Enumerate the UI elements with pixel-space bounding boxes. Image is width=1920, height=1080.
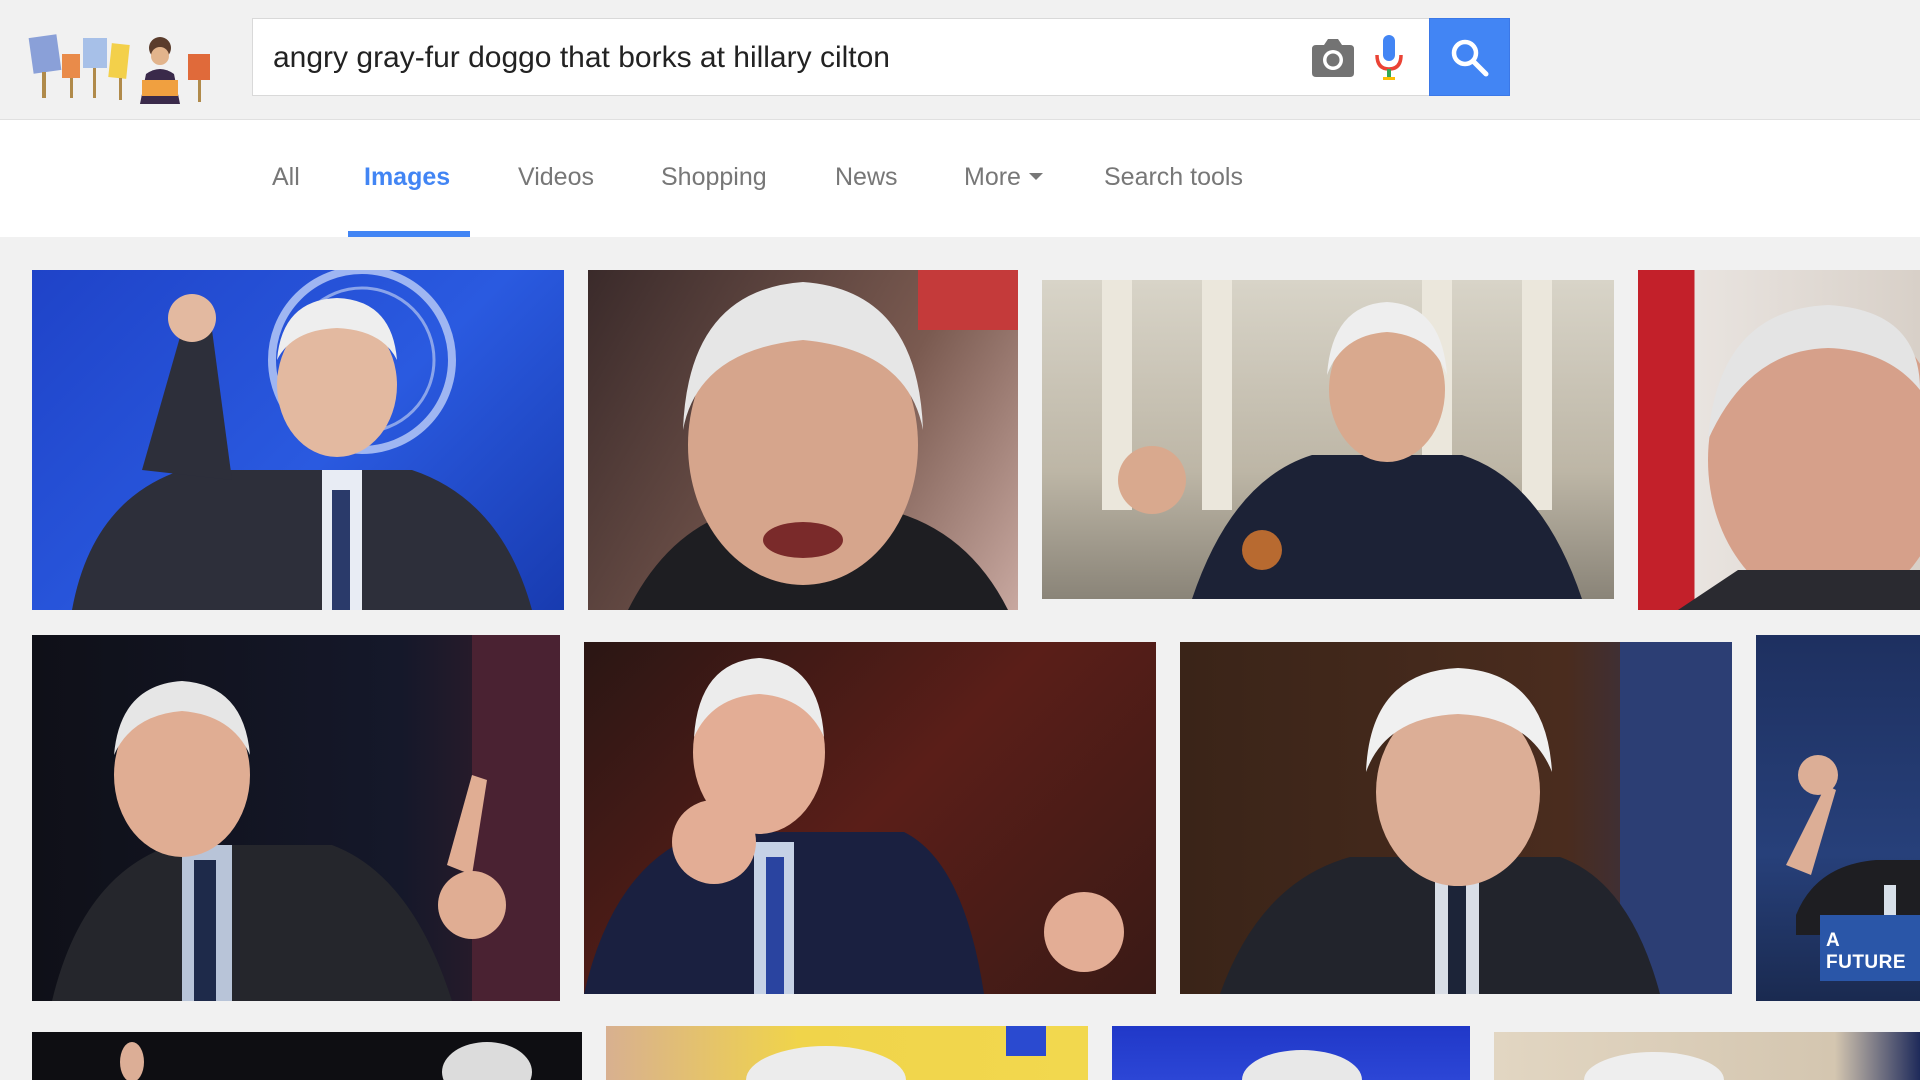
voice-search-button[interactable]	[1372, 31, 1406, 83]
tab-news[interactable]: News	[835, 120, 898, 237]
image-result[interactable]	[584, 642, 1156, 994]
image-result[interactable]	[1180, 642, 1732, 994]
doodle-logo[interactable]	[28, 28, 214, 104]
caret-down-icon	[1028, 172, 1043, 180]
tab-videos[interactable]: Videos	[518, 120, 594, 237]
image-result[interactable]	[588, 270, 1018, 610]
tab-more-label: More	[964, 163, 1021, 191]
image-result[interactable]: A FUTURE	[1756, 635, 1920, 1001]
header-bar	[0, 0, 1920, 120]
image-result[interactable]	[32, 635, 560, 1001]
tab-images[interactable]: Images	[364, 120, 450, 237]
image-results-grid: A FUTURE	[0, 237, 1920, 1080]
image-result[interactable]	[1112, 1026, 1470, 1080]
image-result[interactable]	[1638, 270, 1920, 610]
search-tools-button[interactable]: Search tools	[1104, 120, 1243, 237]
search-input[interactable]	[271, 19, 1275, 97]
tab-all[interactable]: All	[272, 120, 300, 237]
image-result[interactable]	[1494, 1032, 1920, 1080]
image-result[interactable]	[32, 270, 564, 610]
magnifier-icon	[1451, 39, 1489, 77]
search-button[interactable]	[1429, 18, 1510, 96]
microphone-icon	[1375, 35, 1403, 80]
sign-caption: A FUTURE	[1826, 930, 1907, 973]
search-box	[252, 18, 1429, 97]
tab-shopping[interactable]: Shopping	[661, 120, 767, 237]
image-result[interactable]	[32, 1032, 582, 1080]
search-tabs: All Images Videos Shopping News More Sea…	[0, 120, 1920, 237]
image-result[interactable]	[1042, 280, 1614, 599]
camera-search-button[interactable]	[1308, 35, 1356, 79]
image-result[interactable]	[606, 1026, 1088, 1080]
tab-more[interactable]: More	[964, 120, 1043, 237]
camera-icon	[1312, 39, 1354, 77]
